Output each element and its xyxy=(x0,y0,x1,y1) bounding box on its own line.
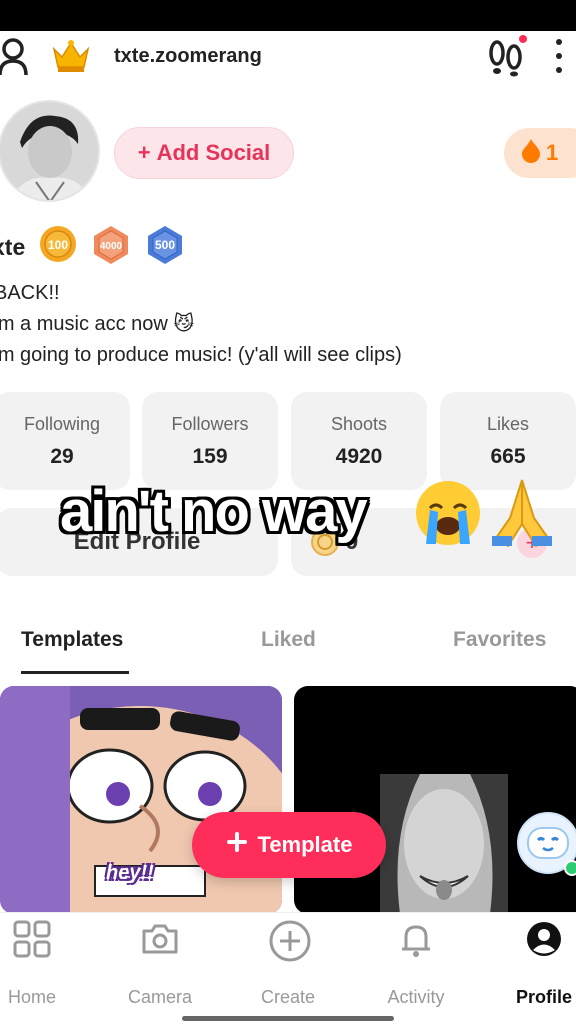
plus-circle-icon xyxy=(268,919,311,962)
status-bar xyxy=(0,0,576,31)
home-indicator xyxy=(182,1016,394,1021)
stat-label: Followers xyxy=(171,414,249,434)
streak-count: 1 xyxy=(546,140,559,165)
user-icon[interactable] xyxy=(0,37,30,82)
notification-dot xyxy=(519,35,527,43)
nav-profile[interactable]: Profile xyxy=(494,913,576,1013)
crown-icon[interactable] xyxy=(52,39,90,78)
crying-emoji-icon xyxy=(410,478,486,553)
nav-label: Activity xyxy=(387,987,445,1007)
thumbnail-photo xyxy=(380,774,508,914)
plus-icon xyxy=(226,831,248,859)
overlay-caption: ain't no way xyxy=(60,479,368,544)
bio: BACK!! 'm a music acc now 😼 'm going to … xyxy=(0,278,402,371)
avatar[interactable] xyxy=(0,100,100,202)
name-row: xte 100 4000 500 xyxy=(0,225,185,269)
stat-followers[interactable]: Followers 159 xyxy=(142,392,278,490)
badge-4000-icon[interactable]: 4000 xyxy=(91,225,131,270)
template-button-label: Template xyxy=(257,832,353,857)
profile-tabs: Templates Liked Favorites xyxy=(0,612,576,676)
nav-label: Profile xyxy=(515,987,572,1007)
template-thumbnail[interactable]: hey!! xyxy=(0,686,282,914)
bottom-nav: Home Camera Create Activity Profile xyxy=(0,912,576,1025)
stat-value: 29 xyxy=(50,445,74,468)
badge-500-icon[interactable]: 500 xyxy=(145,225,185,270)
footsteps-icon[interactable] xyxy=(486,37,526,82)
bio-line: BACK!! xyxy=(0,282,60,304)
create-template-button[interactable]: Template xyxy=(192,812,386,878)
nav-label: Create xyxy=(260,987,316,1007)
stat-value: 665 xyxy=(490,445,526,468)
add-social-button[interactable]: + Add Social xyxy=(114,127,294,179)
bio-line: 'm going to produce music! (y'all will s… xyxy=(0,344,402,366)
stat-label: Following xyxy=(23,414,101,434)
add-social-label: Add Social xyxy=(156,140,271,165)
plus-icon: + xyxy=(137,140,151,165)
badge-100-icon[interactable]: 100 xyxy=(39,225,77,270)
stat-following[interactable]: Following 29 xyxy=(0,392,130,490)
camera-icon xyxy=(140,919,180,959)
praying-hands-emoji-icon xyxy=(488,478,556,553)
template-thumbnail[interactable] xyxy=(294,686,576,914)
badge-100-text: 100 xyxy=(48,238,68,252)
bell-icon xyxy=(396,919,436,959)
badge-500-text: 500 xyxy=(155,238,175,252)
nav-create[interactable]: Create xyxy=(238,913,338,1013)
flame-icon xyxy=(522,138,540,168)
tab-liked[interactable]: Liked xyxy=(261,628,316,652)
nav-activity[interactable]: Activity xyxy=(366,913,466,1013)
tab-favorites[interactable]: Favorites xyxy=(453,628,546,652)
username: txte.zoomerang xyxy=(114,45,262,67)
bio-line: 'm a music acc now 😼 xyxy=(0,313,195,335)
stat-value: 159 xyxy=(192,445,228,468)
assistant-bot-icon[interactable] xyxy=(516,810,576,876)
nav-home[interactable]: Home xyxy=(0,913,82,1013)
streak-badge[interactable]: 1 xyxy=(504,128,576,178)
nav-label: Camera xyxy=(127,987,193,1007)
profile-icon xyxy=(524,919,564,959)
display-name: xte xyxy=(0,233,26,260)
stat-value: 4920 xyxy=(335,445,383,468)
more-icon[interactable] xyxy=(556,39,562,81)
nav-camera[interactable]: Camera xyxy=(110,913,210,1013)
stat-label: Shoots xyxy=(330,414,388,434)
stat-likes[interactable]: Likes 665 xyxy=(440,392,576,490)
grid-icon xyxy=(12,919,52,959)
tab-templates[interactable]: Templates xyxy=(21,628,123,652)
stat-shoots[interactable]: Shoots 4920 xyxy=(291,392,427,490)
badge-4000-text: 4000 xyxy=(100,241,123,252)
thumbnail-caption: hey!! xyxy=(106,862,154,884)
top-bar: txte.zoomerang xyxy=(0,31,576,85)
stat-label: Likes xyxy=(486,414,530,434)
tab-indicator xyxy=(21,671,129,674)
nav-label: Home xyxy=(7,987,56,1007)
